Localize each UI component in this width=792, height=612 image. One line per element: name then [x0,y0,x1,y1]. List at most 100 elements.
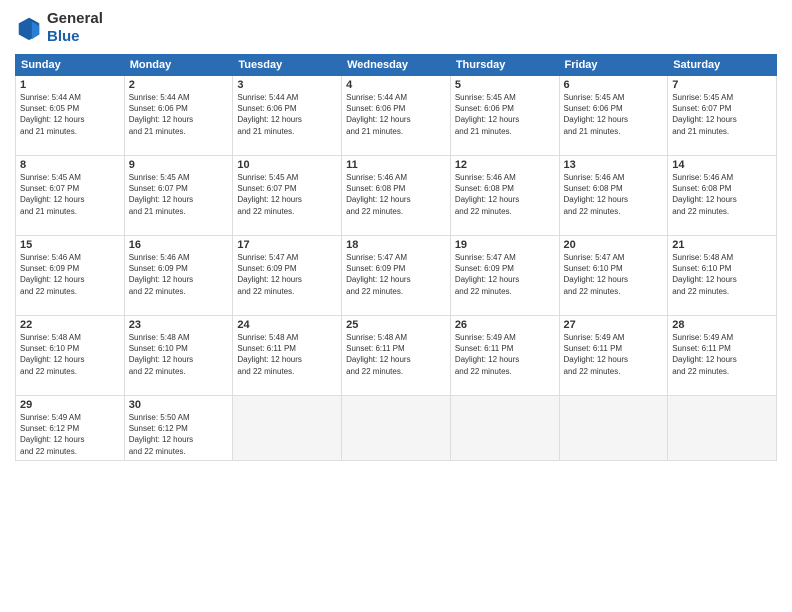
day-info: Sunrise: 5:49 AM Sunset: 6:11 PM Dayligh… [564,332,664,377]
col-header-friday: Friday [559,55,668,76]
day-cell: 3Sunrise: 5:44 AM Sunset: 6:06 PM Daylig… [233,76,342,156]
day-info: Sunrise: 5:46 AM Sunset: 6:08 PM Dayligh… [346,172,446,217]
day-number: 22 [20,319,120,331]
col-header-monday: Monday [124,55,233,76]
day-info: Sunrise: 5:46 AM Sunset: 6:08 PM Dayligh… [672,172,772,217]
day-cell: 8Sunrise: 5:45 AM Sunset: 6:07 PM Daylig… [16,156,125,236]
day-info: Sunrise: 5:48 AM Sunset: 6:11 PM Dayligh… [346,332,446,377]
day-number: 19 [455,239,555,251]
day-number: 26 [455,319,555,331]
calendar: SundayMondayTuesdayWednesdayThursdayFrid… [15,54,777,461]
col-header-thursday: Thursday [450,55,559,76]
day-info: Sunrise: 5:45 AM Sunset: 6:07 PM Dayligh… [237,172,337,217]
header-row: SundayMondayTuesdayWednesdayThursdayFrid… [16,55,777,76]
day-info: Sunrise: 5:44 AM Sunset: 6:06 PM Dayligh… [346,92,446,137]
logo-text-blue: Blue [47,28,103,46]
day-info: Sunrise: 5:49 AM Sunset: 6:11 PM Dayligh… [455,332,555,377]
day-cell: 21Sunrise: 5:48 AM Sunset: 6:10 PM Dayli… [668,236,777,316]
day-info: Sunrise: 5:49 AM Sunset: 6:12 PM Dayligh… [20,412,120,457]
day-cell: 22Sunrise: 5:48 AM Sunset: 6:10 PM Dayli… [16,316,125,396]
day-cell: 26Sunrise: 5:49 AM Sunset: 6:11 PM Dayli… [450,316,559,396]
day-info: Sunrise: 5:47 AM Sunset: 6:09 PM Dayligh… [237,252,337,297]
day-number: 15 [20,239,120,251]
logo-text-general: General [47,10,103,28]
day-number: 12 [455,159,555,171]
day-info: Sunrise: 5:46 AM Sunset: 6:08 PM Dayligh… [455,172,555,217]
day-cell: 25Sunrise: 5:48 AM Sunset: 6:11 PM Dayli… [342,316,451,396]
day-cell: 14Sunrise: 5:46 AM Sunset: 6:08 PM Dayli… [668,156,777,236]
day-number: 8 [20,159,120,171]
day-number: 14 [672,159,772,171]
day-number: 1 [20,79,120,91]
day-number: 4 [346,79,446,91]
week-row: 22Sunrise: 5:48 AM Sunset: 6:10 PM Dayli… [16,316,777,396]
day-number: 9 [129,159,229,171]
day-info: Sunrise: 5:45 AM Sunset: 6:07 PM Dayligh… [672,92,772,137]
day-cell: 16Sunrise: 5:46 AM Sunset: 6:09 PM Dayli… [124,236,233,316]
day-cell: 5Sunrise: 5:45 AM Sunset: 6:06 PM Daylig… [450,76,559,156]
day-number: 2 [129,79,229,91]
day-cell: 20Sunrise: 5:47 AM Sunset: 6:10 PM Dayli… [559,236,668,316]
day-info: Sunrise: 5:46 AM Sunset: 6:08 PM Dayligh… [564,172,664,217]
day-number: 29 [20,399,120,411]
day-info: Sunrise: 5:48 AM Sunset: 6:10 PM Dayligh… [672,252,772,297]
day-number: 13 [564,159,664,171]
day-cell: 30Sunrise: 5:50 AM Sunset: 6:12 PM Dayli… [124,396,233,461]
day-number: 3 [237,79,337,91]
day-cell: 27Sunrise: 5:49 AM Sunset: 6:11 PM Dayli… [559,316,668,396]
day-cell: 17Sunrise: 5:47 AM Sunset: 6:09 PM Dayli… [233,236,342,316]
day-cell: 18Sunrise: 5:47 AM Sunset: 6:09 PM Dayli… [342,236,451,316]
day-number: 6 [564,79,664,91]
day-number: 11 [346,159,446,171]
day-number: 25 [346,319,446,331]
day-cell: 28Sunrise: 5:49 AM Sunset: 6:11 PM Dayli… [668,316,777,396]
day-number: 16 [129,239,229,251]
page: General Blue SundayMondayTuesdayWednesda… [0,0,792,612]
day-info: Sunrise: 5:45 AM Sunset: 6:06 PM Dayligh… [455,92,555,137]
logo-icon [15,14,43,42]
col-header-wednesday: Wednesday [342,55,451,76]
day-cell: 23Sunrise: 5:48 AM Sunset: 6:10 PM Dayli… [124,316,233,396]
header: General Blue [15,10,777,46]
week-row: 8 Sunrise: 5:45 AM Sunset: 6:07 PM Daylig… [16,156,777,236]
day-number: 20 [564,239,664,251]
day-info: Sunrise: 5:44 AM Sunset: 6:05 PM Dayligh… [20,92,120,137]
col-header-tuesday: Tuesday [233,55,342,76]
day-info: Sunrise: 5:47 AM Sunset: 6:09 PM Dayligh… [346,252,446,297]
day-info: Sunrise: 5:44 AM Sunset: 6:06 PM Dayligh… [237,92,337,137]
day-cell: 2Sunrise: 5:44 AM Sunset: 6:06 PM Daylig… [124,76,233,156]
day-info: Sunrise: 5:46 AM Sunset: 6:09 PM Dayligh… [129,252,229,297]
day-cell: 4Sunrise: 5:44 AM Sunset: 6:06 PM Daylig… [342,76,451,156]
day-number: 27 [564,319,664,331]
week-row: 29Sunrise: 5:49 AM Sunset: 6:12 PM Dayli… [16,396,777,461]
col-header-sunday: Sunday [16,55,125,76]
day-number: 28 [672,319,772,331]
day-cell [668,396,777,461]
day-cell [559,396,668,461]
day-number: 30 [129,399,229,411]
day-info: Sunrise: 5:48 AM Sunset: 6:10 PM Dayligh… [20,332,120,377]
day-cell: 11Sunrise: 5:46 AM Sunset: 6:08 PM Dayli… [342,156,451,236]
day-cell: 9Sunrise: 5:45 AM Sunset: 6:07 PM Daylig… [124,156,233,236]
day-number: 24 [237,319,337,331]
day-info: Sunrise: 5:46 AM Sunset: 6:09 PM Dayligh… [20,252,120,297]
day-cell: 6Sunrise: 5:45 AM Sunset: 6:06 PM Daylig… [559,76,668,156]
day-info: Sunrise: 5:47 AM Sunset: 6:10 PM Dayligh… [564,252,664,297]
day-cell: 29Sunrise: 5:49 AM Sunset: 6:12 PM Dayli… [16,396,125,461]
day-number: 18 [346,239,446,251]
col-header-saturday: Saturday [668,55,777,76]
day-info: Sunrise: 5:48 AM Sunset: 6:11 PM Dayligh… [237,332,337,377]
day-cell: 24Sunrise: 5:48 AM Sunset: 6:11 PM Dayli… [233,316,342,396]
day-info: Sunrise: 5:49 AM Sunset: 6:11 PM Dayligh… [672,332,772,377]
day-number: 7 [672,79,772,91]
day-cell [342,396,451,461]
day-cell: 15Sunrise: 5:46 AM Sunset: 6:09 PM Dayli… [16,236,125,316]
logo: General Blue [15,10,103,46]
week-row: 15Sunrise: 5:46 AM Sunset: 6:09 PM Dayli… [16,236,777,316]
day-cell: 1Sunrise: 5:44 AM Sunset: 6:05 PM Daylig… [16,76,125,156]
day-cell: 12Sunrise: 5:46 AM Sunset: 6:08 PM Dayli… [450,156,559,236]
day-info: Sunrise: 5:45 AM Sunset: 6:07 PM Dayligh… [129,172,229,217]
day-info: Sunrise: 5:45 AM Sunset: 6:06 PM Dayligh… [564,92,664,137]
day-info: Sunrise: 5:48 AM Sunset: 6:10 PM Dayligh… [129,332,229,377]
day-number: 21 [672,239,772,251]
